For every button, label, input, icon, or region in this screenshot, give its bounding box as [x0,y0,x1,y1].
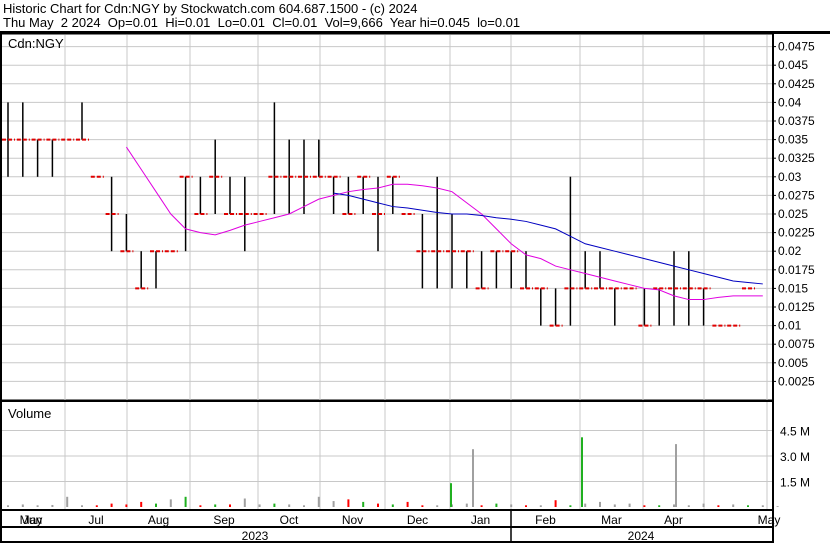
chart-canvas: 0.0475 0.045 0.0425 0.04 0.0375 0.035 0.0325 0.… [0,31,830,543]
y-tick-label: 0.025 [778,207,808,221]
month-label: Oct [280,513,299,527]
stock-chart: Historic Chart for Cdn:NGY by Stockwatch… [0,0,830,543]
volume-tick-label: 3.0 M [780,450,810,464]
volume-bar [184,496,187,507]
volume-bar [258,504,261,507]
volume-bar [391,504,394,507]
volume-bar [21,504,24,507]
volume-bar-spike [450,483,452,507]
volume-bar [554,500,557,507]
volume-bar [125,504,128,507]
volume-bar [732,504,735,507]
volume-bar [510,504,513,507]
y-tick-label: 0.0125 [778,300,815,314]
month-label: Apr [664,513,683,527]
volume-bar-spike [472,449,474,507]
volume-label: Volume [8,406,51,421]
volume-bar [761,505,764,507]
y-tick-label: 0.045 [778,58,808,72]
month-label: Jun [23,513,42,527]
volume-bar [273,503,276,507]
volume-bar [673,504,675,507]
y-tick-label: 0.0175 [778,263,815,277]
volume-bar [717,505,720,507]
price-panel-frame [0,32,774,402]
volume-bar [51,504,54,507]
month-label: Mar [601,513,622,527]
volume-tick-label: 4.5 M [780,425,810,439]
volume-bar [628,503,631,507]
y-tick-label: 0.0425 [778,77,815,91]
y-tick-label: 0.035 [778,133,808,147]
year-label: 2023 [242,529,269,543]
month-label: Jul [88,513,103,527]
y-tick-label: 0.015 [778,281,808,295]
y-tick-label: 0.0225 [778,226,815,240]
volume-bar [539,505,542,507]
y-tick-label: 0.0475 [778,40,815,54]
volume-bar [436,505,439,507]
volume-bar [243,498,246,507]
month-label: Nov [342,513,363,527]
volume-bar [169,499,172,507]
y-tick-label: 0.01 [778,319,802,333]
month-label: Sep [213,513,235,527]
y-tick-label: 0.005 [778,356,808,370]
volume-bar [7,505,9,507]
y-tick-label: 0.0375 [778,114,815,128]
y-tick-label: 0.0275 [778,188,815,202]
volume-bar [687,505,690,507]
volume-bar [36,505,39,507]
volume-bar [569,505,572,507]
volume-bar [110,503,113,507]
year-label: 2024 [628,529,655,543]
volume-bar [495,503,498,507]
volume-bar [377,503,379,507]
volume-bar [643,505,646,507]
y-tick-label: 0.0075 [778,337,815,351]
volume-bar [599,501,601,507]
volume-bar [66,496,69,507]
month-label: Dec [407,513,428,527]
volume-bar [347,499,350,507]
volume-bar [480,505,483,507]
volume-bar [288,504,291,507]
volume-bar [155,503,157,507]
moving-average-line [125,146,763,301]
volume-bar [140,501,143,507]
volume-bar [362,501,365,507]
volume-bar [317,496,320,507]
y-tick-label: 0.03 [778,170,802,184]
volume-bar [303,505,305,507]
y-tick-label: 0.04 [778,95,802,109]
volume-bar [81,505,83,507]
month-label: Feb [535,513,556,527]
volume-bar [199,505,202,507]
volume-tick-label: 1.5 M [780,476,810,490]
volume-bar [702,503,705,507]
volume-bar [658,505,661,507]
volume-bar [465,503,468,507]
volume-bar [95,505,98,507]
month-label: May [758,513,781,527]
volume-bar [406,501,409,507]
month-label: Aug [148,513,169,527]
moving-average-line [333,192,763,285]
volume-bar [332,501,335,507]
volume-bar [747,505,749,507]
volume-bar [613,504,616,507]
volume-bar [525,505,527,507]
y-tick-label: 0.02 [778,244,802,258]
volume-bar [584,503,587,507]
volume-bar-spike [581,437,583,507]
volume-bar [421,505,424,507]
month-label: Jan [471,513,490,527]
volume-bar [214,504,217,507]
volume-bar [776,506,779,507]
y-tick-label: 0.0325 [778,151,815,165]
volume-bar-spike [675,444,677,507]
volume-bar [229,504,231,507]
symbol-label: Cdn:NGY [8,36,64,51]
y-tick-label: 0.0025 [778,374,815,388]
